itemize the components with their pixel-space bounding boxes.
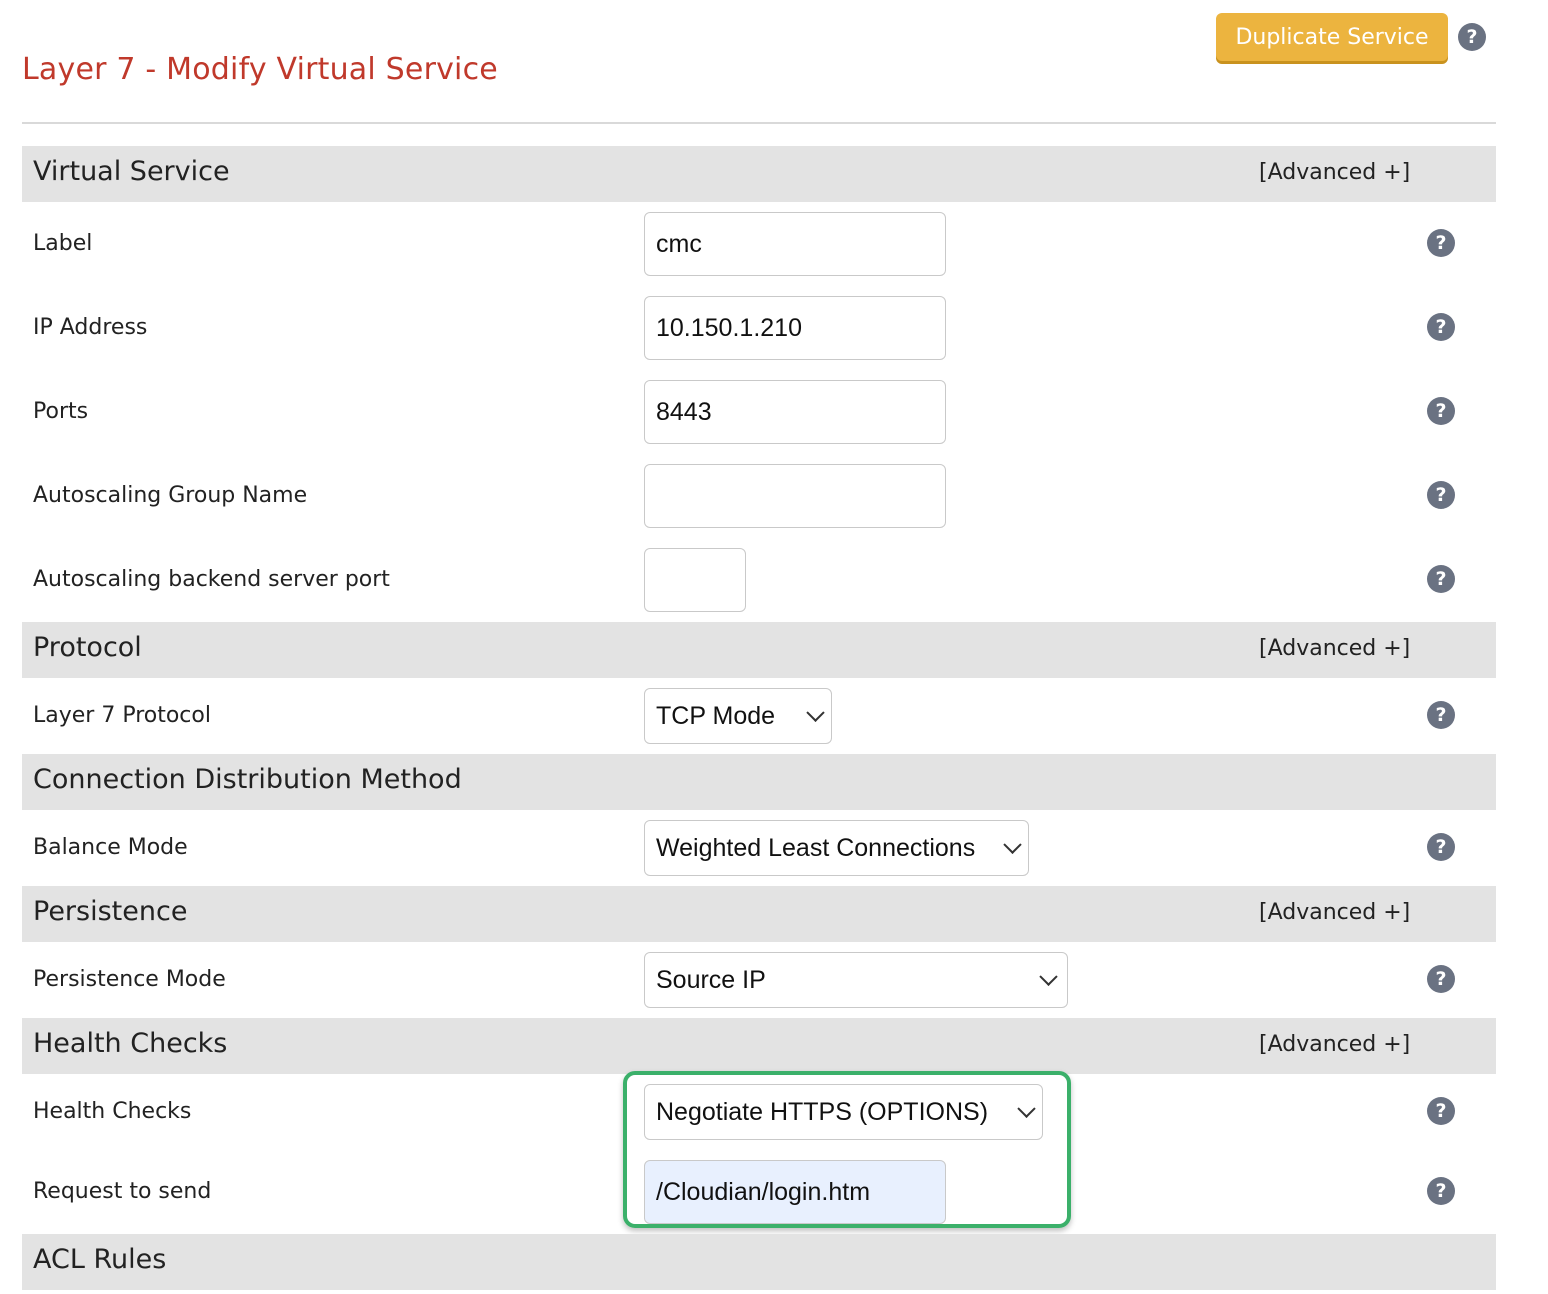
section-title: Virtual Service <box>33 156 230 187</box>
section-virtual-service: Virtual Service [Advanced +] <box>22 146 1496 202</box>
section-connection-distribution: Connection Distribution Method <box>22 754 1496 810</box>
advanced-toggle[interactable]: [Advanced +] <box>1259 1032 1410 1057</box>
section-protocol: Protocol [Advanced +] <box>22 622 1496 678</box>
title-divider <box>22 122 1496 124</box>
help-icon[interactable]: ? <box>1427 965 1455 993</box>
request-to-send-label: Request to send <box>33 1179 212 1204</box>
health-checks-label: Health Checks <box>33 1099 192 1124</box>
ports-input[interactable]: 8443 <box>644 380 946 444</box>
chevron-down-icon <box>1003 835 1022 854</box>
help-icon[interactable]: ? <box>1427 397 1455 425</box>
section-acl-rules: ACL Rules <box>22 1234 1496 1290</box>
select-value: TCP Mode <box>656 701 776 730</box>
chevron-down-icon <box>1017 1099 1036 1118</box>
layer7-protocol-label: Layer 7 Protocol <box>33 703 211 728</box>
chevron-down-icon <box>1039 967 1058 986</box>
section-title: Persistence <box>33 896 188 927</box>
select-value: Weighted Least Connections <box>656 833 976 862</box>
chevron-down-icon <box>806 703 825 722</box>
select-value: Source IP <box>656 965 766 994</box>
help-icon[interactable]: ? <box>1427 481 1455 509</box>
help-icon[interactable]: ? <box>1427 313 1455 341</box>
autoscaling-group-name-input[interactable] <box>644 464 946 528</box>
help-icon[interactable]: ? <box>1427 565 1455 593</box>
layer7-protocol-select[interactable]: TCP Mode <box>644 688 832 744</box>
section-title: ACL Rules <box>33 1244 167 1275</box>
label-label: Label <box>33 231 93 256</box>
advanced-toggle[interactable]: [Advanced +] <box>1259 160 1410 185</box>
request-to-send-input[interactable]: /Cloudian/login.htm <box>644 1160 946 1224</box>
help-icon[interactable]: ? <box>1427 1097 1455 1125</box>
advanced-toggle[interactable]: [Advanced +] <box>1259 900 1410 925</box>
help-icon[interactable]: ? <box>1427 833 1455 861</box>
help-icon[interactable]: ? <box>1427 1177 1455 1205</box>
autoscaling-group-name-label: Autoscaling Group Name <box>33 483 308 508</box>
section-persistence: Persistence [Advanced +] <box>22 886 1496 942</box>
autoscaling-port-label: Autoscaling backend server port <box>33 567 390 592</box>
duplicate-service-button[interactable]: Duplicate Service <box>1216 13 1448 61</box>
modify-virtual-service-page: Layer 7 - Modify Virtual Service Duplica… <box>0 0 1548 1294</box>
ports-label: Ports <box>33 399 89 424</box>
health-checks-select[interactable]: Negotiate HTTPS (OPTIONS) <box>644 1084 1043 1140</box>
label-input[interactable]: cmc <box>644 212 946 276</box>
ip-address-input[interactable]: 10.150.1.210 <box>644 296 946 360</box>
help-icon[interactable]: ? <box>1427 229 1455 257</box>
help-icon[interactable]: ? <box>1427 701 1455 729</box>
ip-address-label: IP Address <box>33 315 148 340</box>
balance-mode-select[interactable]: Weighted Least Connections <box>644 820 1029 876</box>
section-title: Protocol <box>33 632 142 663</box>
advanced-toggle[interactable]: [Advanced +] <box>1259 636 1410 661</box>
select-value: Negotiate HTTPS (OPTIONS) <box>656 1097 989 1126</box>
persistence-mode-label: Persistence Mode <box>33 967 226 992</box>
section-title: Connection Distribution Method <box>33 764 462 795</box>
page-title: Layer 7 - Modify Virtual Service <box>22 52 498 87</box>
help-icon[interactable]: ? <box>1458 23 1486 51</box>
persistence-mode-select[interactable]: Source IP <box>644 952 1068 1008</box>
section-title: Health Checks <box>33 1028 228 1059</box>
autoscaling-port-input[interactable] <box>644 548 746 612</box>
balance-mode-label: Balance Mode <box>33 835 188 860</box>
section-health-checks: Health Checks [Advanced +] <box>22 1018 1496 1074</box>
